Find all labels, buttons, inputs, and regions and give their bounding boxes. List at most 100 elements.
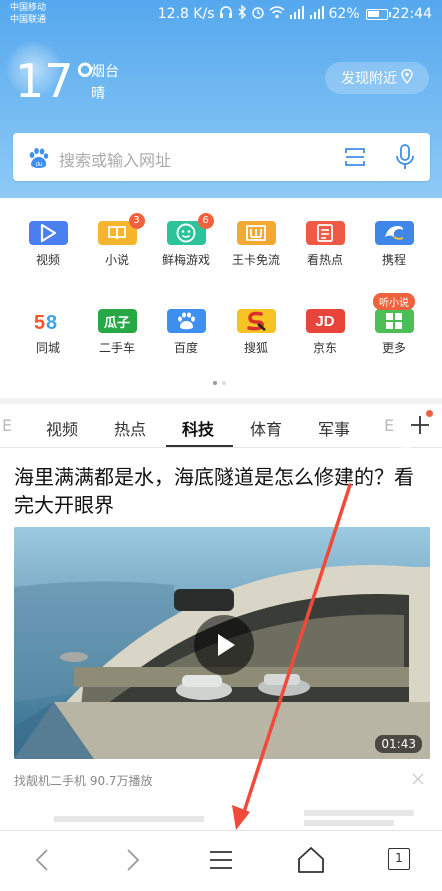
app-label: 京东 — [312, 341, 337, 355]
search-input[interactable]: 搜索或输入网址 — [59, 147, 171, 171]
weather-header: 中国移动 中国联通 12.8 K/s 62% 22:44 17° 烟台 晴 发现… — [0, 0, 442, 198]
shortcut-grid: 视频 3 小说 6 鲜梅游戏 王卡免流 看热点 携程 5 8 同城 瓜子 二手车… — [0, 198, 442, 398]
app-label: 看热点 — [306, 253, 343, 267]
article-meta: 找靓机二手机 90.7万播放 — [14, 774, 153, 788]
app-shortcut-more[interactable]: 听小说 更多 — [359, 286, 429, 356]
browser-screen: 中国移动 中国联通 12.8 K/s 62% 22:44 17° 烟台 晴 发现… — [0, 0, 442, 891]
temperature[interactable]: 17° — [15, 55, 97, 107]
app-shortcut-wangka[interactable]: 王卡免流 — [221, 198, 291, 268]
app-shortcut-hotspot[interactable]: 看热点 — [290, 198, 360, 268]
battery-icon — [365, 8, 391, 20]
baidu-paw-icon: du — [26, 146, 50, 170]
app-shortcut-58[interactable]: 5 8 同城 — [13, 286, 83, 356]
signal-icon — [289, 5, 305, 23]
dolphin-icon — [374, 221, 414, 245]
tab-partial[interactable]: E — [384, 416, 394, 435]
listen-novel-badge: 听小说 — [373, 293, 415, 310]
play-icon — [28, 221, 68, 245]
guazi-logo-text: 瓜子 — [103, 315, 130, 331]
app-label: 视频 — [35, 253, 60, 267]
wifi-icon — [269, 5, 285, 23]
search-bar[interactable]: du 搜索或输入网址 — [13, 133, 430, 181]
app-shortcut-guazi[interactable]: 瓜子 二手车 — [82, 286, 152, 356]
home-icon[interactable] — [296, 845, 326, 875]
game-icon: 6 — [166, 213, 214, 245]
dismiss-icon[interactable] — [411, 771, 425, 785]
bottom-navigation — [0, 830, 442, 891]
back-icon[interactable] — [28, 845, 58, 875]
app-shortcut-jd[interactable]: JD 京东 — [290, 286, 360, 356]
alarm-icon — [251, 5, 265, 23]
app-label: 王卡免流 — [231, 253, 280, 267]
app-shortcut-baidu[interactable]: 百度 — [151, 286, 221, 356]
app-label: 百度 — [173, 341, 198, 355]
tab-partial[interactable]: E — [2, 416, 12, 435]
tab-hot[interactable]: 热点 — [114, 416, 146, 440]
app-shortcut-novel[interactable]: 3 小说 — [82, 198, 152, 268]
forward-icon[interactable] — [117, 845, 147, 875]
carrier-1: 中国移动 — [10, 3, 47, 13]
status-bar: 中国移动 中国联通 12.8 K/s 62% 22:44 — [0, 0, 442, 32]
video-thumbnail[interactable]: 01:43 — [14, 527, 430, 759]
play-button[interactable] — [194, 615, 254, 675]
play-icon — [218, 634, 235, 656]
58-logo: 5 8 — [28, 309, 68, 333]
video-duration: 01:43 — [375, 735, 422, 753]
grid-icon: 听小说 — [373, 293, 415, 333]
svg-text:du: du — [36, 162, 43, 168]
app-shortcut-sohu[interactable]: 搜狐 — [221, 286, 291, 356]
headset-icon — [219, 5, 233, 23]
signal-icon — [309, 5, 325, 23]
svg-text:5: 5 — [34, 312, 45, 332]
svg-text:8: 8 — [46, 312, 57, 332]
menu-icon[interactable] — [206, 845, 236, 875]
tab-count-button[interactable]: 1 — [388, 848, 410, 870]
bluetooth-icon — [237, 4, 247, 23]
jd-logo: JD — [305, 309, 345, 333]
location-pin-icon — [401, 68, 413, 88]
app-label: 搜狐 — [243, 341, 268, 355]
new-indicator-dot — [426, 410, 433, 417]
add-channel-icon[interactable] — [409, 414, 431, 436]
tab-sports[interactable]: 体育 — [250, 416, 282, 440]
tab-military[interactable]: 军事 — [318, 416, 350, 440]
channel-tabs: E 视频 热点 科技 体育 军事 E — [0, 404, 442, 448]
app-label: 携程 — [381, 253, 406, 267]
notification-badge: 6 — [197, 213, 214, 229]
page-indicator — [213, 381, 226, 385]
news-icon — [305, 221, 345, 245]
discover-nearby-button[interactable]: 发现附近 — [325, 62, 429, 94]
app-label: 鲜梅游戏 — [161, 253, 210, 267]
next-article-preview[interactable] — [14, 806, 430, 830]
book-icon: 3 — [97, 213, 145, 245]
guazi-logo: 瓜子 — [97, 309, 137, 333]
clock: 22:44 — [391, 6, 432, 22]
tab-fade — [396, 404, 410, 448]
app-label: 二手车 — [98, 341, 135, 355]
battery-percent: 62% — [328, 6, 360, 22]
page-dot — [222, 381, 226, 385]
page-dot — [213, 381, 217, 385]
notification-badge: 3 — [128, 213, 145, 229]
sohu-logo — [236, 309, 276, 333]
status-icons: 12.8 K/s 62% 22:44 — [157, 4, 432, 23]
city-name[interactable]: 烟台 — [91, 61, 119, 81]
discover-nearby-label: 发现附近 — [341, 71, 397, 87]
app-label: 同城 — [35, 341, 60, 355]
tab-video[interactable]: 视频 — [46, 416, 78, 440]
carrier-2: 中国联通 — [10, 15, 47, 25]
app-shortcut-ctrip[interactable]: 携程 — [359, 198, 429, 268]
microphone-icon[interactable] — [395, 143, 415, 171]
carrier-info: 中国移动 中国联通 — [10, 2, 46, 26]
app-shortcut-game[interactable]: 6 鲜梅游戏 — [151, 198, 221, 268]
app-label: 小说 — [104, 253, 129, 267]
weather-condition[interactable]: 晴 — [91, 83, 105, 103]
scan-icon[interactable] — [344, 146, 366, 168]
network-speed: 12.8 K/s — [157, 6, 215, 22]
tab-tech[interactable]: 科技 — [182, 416, 214, 440]
app-shortcut-video[interactable]: 视频 — [13, 198, 83, 268]
app-label: 更多 — [381, 341, 406, 355]
active-tab-indicator — [166, 445, 233, 447]
card-icon — [236, 221, 276, 245]
article-headline[interactable]: 海里满满都是水，海底隧道是怎么修建的？看完大开眼界 — [14, 463, 424, 519]
